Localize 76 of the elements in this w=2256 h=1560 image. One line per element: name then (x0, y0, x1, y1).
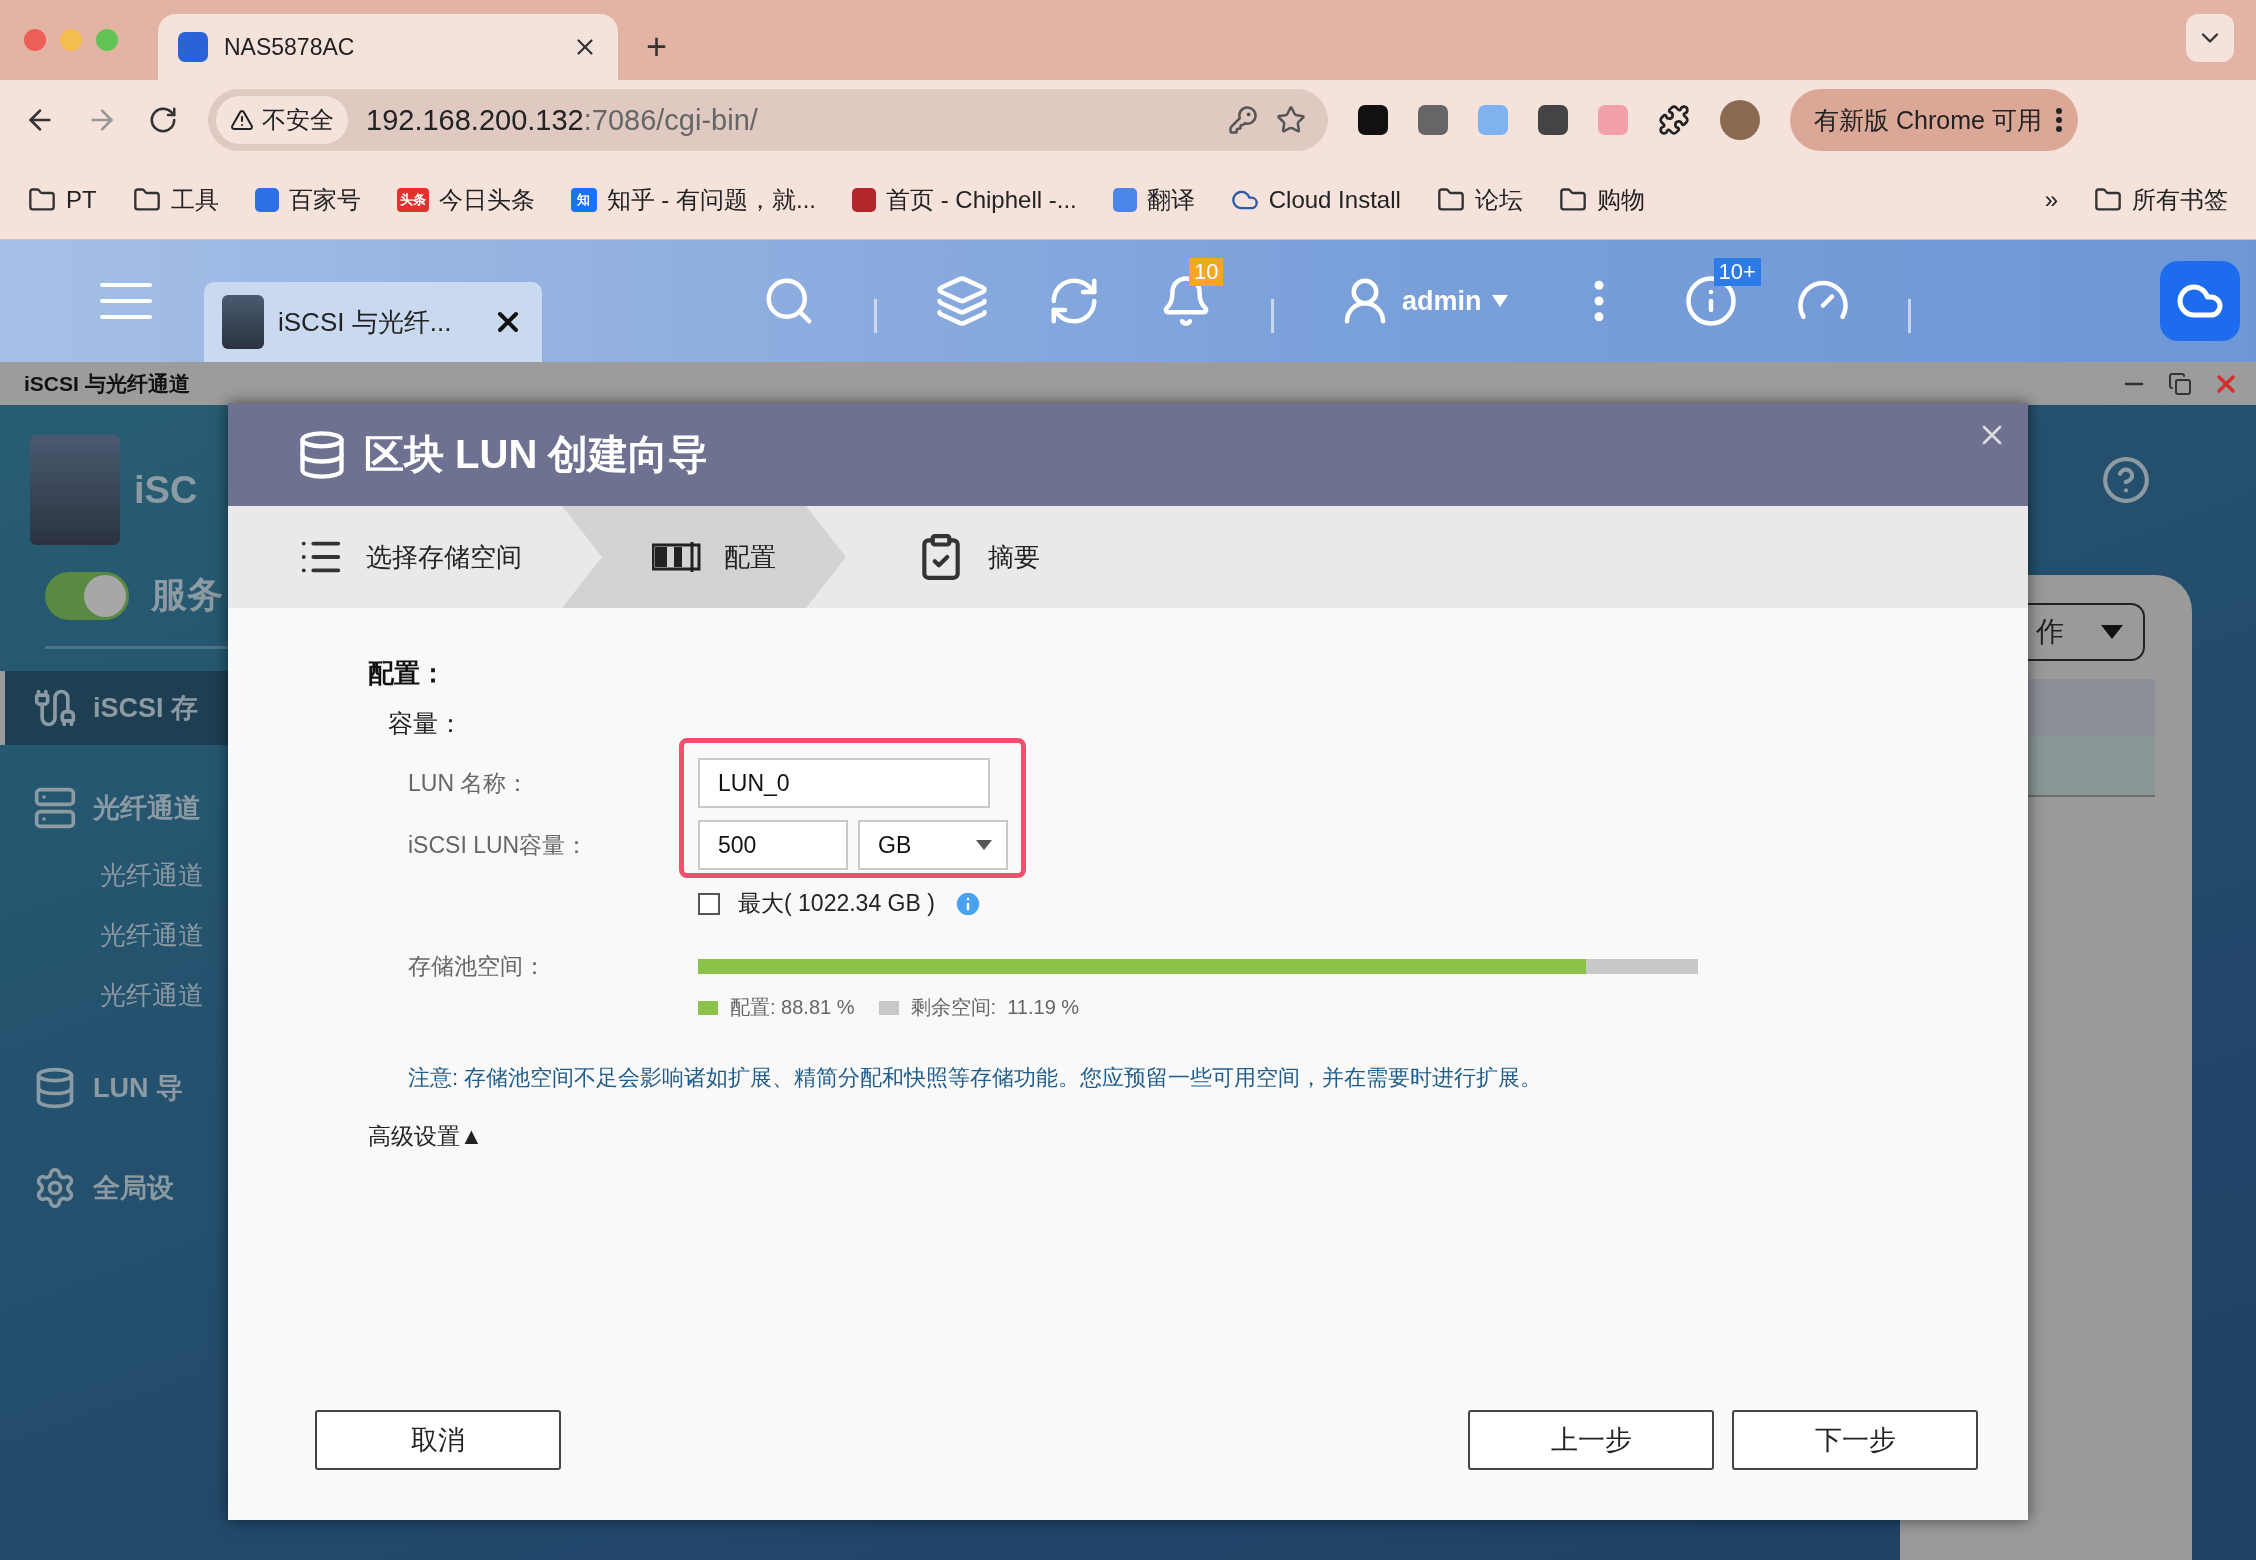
field-label: LUN 名称： (408, 768, 531, 798)
all-bookmarks-link[interactable]: 所有书签 (2094, 183, 2228, 216)
key-icon[interactable] (1228, 105, 1258, 135)
bookmark-link[interactable]: 百家号 (254, 183, 361, 216)
max-checkbox[interactable] (698, 892, 720, 915)
zoom-dot-icon (96, 29, 118, 51)
service-label: 服务 (151, 573, 223, 617)
checkbox-label: 最大( 1022.34 GB ) (738, 889, 935, 918)
caret-icon (976, 840, 992, 850)
info-count: 10+ (1713, 258, 1761, 286)
folder-icon (2094, 185, 2122, 214)
app-tab[interactable]: iSCSI 与光纤... (204, 282, 542, 362)
bookmark-link[interactable]: 头条 今日头条 (396, 183, 535, 216)
reload-icon[interactable] (148, 105, 178, 135)
previous-button[interactable]: 上一步 (1468, 1410, 1714, 1470)
bookmark-link[interactable]: Cloud Install (1230, 185, 1401, 214)
app-icon (178, 32, 208, 62)
avatar-icon[interactable] (1720, 100, 1760, 140)
address-bar[interactable]: 不安全 192.168.200.132:7086/cgi-bin/ (208, 89, 1328, 151)
menu-icon[interactable] (100, 281, 152, 321)
more-bookmarks-button[interactable]: » (2044, 185, 2058, 214)
name-field[interactable]: LUN_0 (698, 758, 990, 808)
cloud-app-button[interactable] (2160, 261, 2240, 341)
app-title: iSC (134, 468, 198, 512)
security-label: 不安全 (262, 105, 334, 135)
port-icon (33, 786, 77, 830)
columns-icon (652, 542, 702, 572)
star-icon[interactable] (1276, 105, 1306, 135)
service-toggle[interactable] (45, 571, 129, 620)
tab-menu-button[interactable] (2186, 14, 2234, 62)
section-title: 配置： (368, 657, 446, 690)
cancel-button[interactable]: 取消 (315, 1410, 561, 1470)
dialog-title: 区块 LUN 创建向导 (364, 431, 709, 478)
bookmark-link[interactable]: PT (28, 185, 97, 214)
more-icon (2055, 108, 2062, 132)
app-icon (222, 295, 264, 349)
folder-icon (28, 185, 56, 214)
field-label: iSCSI LUN容量： (408, 830, 590, 860)
capacity-field[interactable]: 500 (698, 820, 848, 870)
caret-icon (1491, 295, 1508, 307)
bookmark-link[interactable]: 知 知乎 - 有问题，就... (570, 183, 816, 216)
wizard-step[interactable]: 摘要 (846, 506, 1110, 608)
site-icon: 知 (570, 187, 597, 212)
new-tab-button[interactable]: + (646, 26, 668, 68)
bookmark-link[interactable]: 购物 (1558, 183, 1645, 216)
window-title: iSCSI 与光纤通道 (24, 370, 191, 397)
notification-count: 10 (1189, 258, 1224, 286)
bookmark-link[interactable]: 翻译 (1112, 183, 1195, 216)
update-button[interactable]: 有新版 Chrome 可用 (1790, 89, 2078, 151)
browser-tab[interactable]: NAS5878AC (158, 14, 618, 80)
minimize-dot-icon (60, 29, 82, 51)
legend-label: 剩余空间: 11.19 % (910, 995, 1080, 1020)
caret-icon (2101, 625, 2123, 639)
note-text: 注意: 存储池空间不足会影响诸如扩展、精简分配和快照等存储功能。您应预留一些可用空间，并在需要时进行扩展。 (408, 1064, 1543, 1092)
folder-icon (1436, 185, 1465, 214)
folder-icon (1558, 185, 1587, 214)
warning-icon (230, 108, 254, 132)
unit-select[interactable]: GB (858, 820, 1008, 870)
next-button[interactable]: 下一步 (1732, 1410, 1978, 1470)
bookmark-link[interactable]: 论坛 (1436, 183, 1523, 216)
site-icon: 头条 (396, 187, 429, 212)
bookmark-link[interactable]: 工具 (132, 183, 219, 216)
folder-icon (132, 185, 161, 214)
restore-icon[interactable] (2168, 371, 2192, 396)
wizard-step[interactable]: 配置 (562, 506, 846, 608)
url-text: 192.168.200.132:7086/cgi-bin/ (366, 103, 759, 137)
close-dot-icon (24, 29, 46, 51)
stack-icon[interactable] (935, 274, 989, 328)
group-title: 容量： (388, 708, 463, 739)
legend-label: 配置: 88.81 % (730, 995, 855, 1020)
field-label: 存储池空间： (408, 952, 547, 981)
extensions-icon[interactable] (1658, 104, 1690, 136)
info-icon (952, 888, 983, 919)
advanced-settings-link[interactable]: 高级设置▲ (368, 1121, 483, 1152)
help-icon[interactable] (2101, 455, 2151, 505)
bookmark-link[interactable]: 首页 - Chiphell -... (852, 183, 1077, 216)
